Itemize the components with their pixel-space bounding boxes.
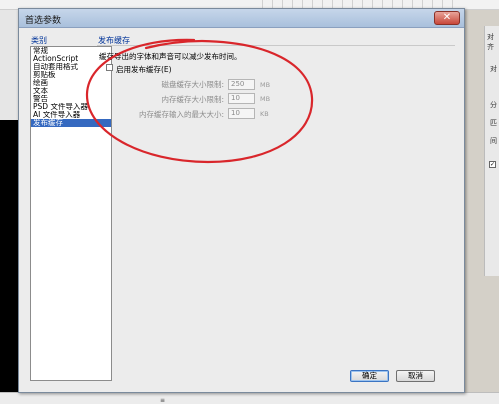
align-to-stage-checkbox[interactable]: ✓ [489,161,496,168]
dialog-title: 首选参数 [25,16,62,26]
category-list[interactable]: 常规 ActionScript 自动套用格式 剪贴板 绘画 文本 警告 PSD … [30,46,112,381]
align-panel-title: 对齐 [487,33,494,51]
preferences-dialog: 首选参数 ✕ 类别 常规 ActionScript 自动套用格式 剪贴板 绘画 … [18,8,465,393]
category-label: 类别 [31,36,47,45]
category-item-drawing[interactable]: 绘画 [31,79,111,87]
category-item-clipboard[interactable]: 剪贴板 [31,71,111,79]
memory-cache-unit: MB [260,95,271,103]
category-item-autoformat[interactable]: 自动套用格式 [31,63,111,71]
app-bottom-bar [0,392,499,404]
ok-button[interactable]: 确定 [350,370,389,382]
category-item-psd-importer[interactable]: PSD 文件导入器 [31,103,111,111]
section-description: 缓存导出的字体和声音可以减少发布时间。 [99,52,242,61]
section-divider [97,45,455,46]
enable-cache-checkbox[interactable] [106,64,113,71]
disk-cache-label: 磁盘缓存大小限制: [161,80,224,89]
category-item-text[interactable]: 文本 [31,87,111,95]
align-panel-item[interactable]: 间 [490,136,497,146]
memory-cache-label: 内存缓存大小限制: [161,95,224,104]
memory-cache-input[interactable]: 10 [228,93,255,104]
close-button[interactable]: ✕ [434,11,460,25]
align-panel-item[interactable]: 分 [490,100,497,110]
max-entry-input[interactable]: 10 [228,108,255,119]
category-item-publish-cache[interactable]: 发布缓存 [31,119,111,127]
disk-cache-input[interactable]: 250 [228,79,255,90]
max-entry-label: 内存缓存输入的最大大小: [138,110,224,119]
close-icon: ✕ [442,12,452,23]
align-panel: 对齐 对 分 匹 间 ✓ [484,26,499,276]
disk-cache-unit: MB [260,81,271,89]
align-panel-item[interactable]: 匹 [490,118,497,128]
bottom-grip-icon[interactable]: ≡ [160,397,165,404]
cancel-button[interactable]: 取消 [396,370,435,382]
category-item-ai-importer[interactable]: AI 文件导入器 [31,111,111,119]
max-entry-unit: KB [260,110,269,118]
enable-cache-label[interactable]: 启用发布缓存(E) [116,64,172,75]
dialog-titlebar[interactable]: 首选参数 ✕ [19,9,464,28]
category-item-warnings[interactable]: 警告 [31,95,111,103]
align-panel-item[interactable]: 对 [490,64,497,74]
